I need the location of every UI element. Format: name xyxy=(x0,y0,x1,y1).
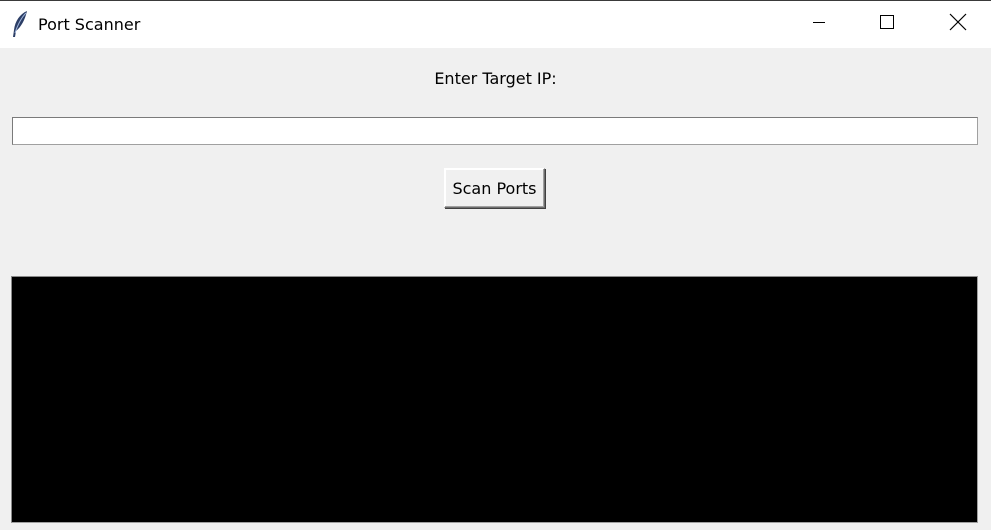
close-button[interactable] xyxy=(935,1,981,47)
minimize-icon xyxy=(811,14,827,34)
port-scanner-window: Port Scanner Enter Target IP: Scan Ports xyxy=(0,0,991,530)
feather-icon xyxy=(10,10,30,38)
maximize-button[interactable] xyxy=(864,1,910,47)
maximize-icon xyxy=(879,14,895,34)
close-icon xyxy=(949,13,967,35)
target-ip-label: Enter Target IP: xyxy=(434,69,557,88)
target-ip-input[interactable] xyxy=(12,117,978,145)
title-bar[interactable]: Port Scanner xyxy=(0,1,991,48)
scan-ports-button[interactable]: Scan Ports xyxy=(444,168,545,208)
minimize-button[interactable] xyxy=(796,1,842,47)
scan-output-textarea[interactable] xyxy=(11,276,978,523)
window-title: Port Scanner xyxy=(38,15,141,34)
